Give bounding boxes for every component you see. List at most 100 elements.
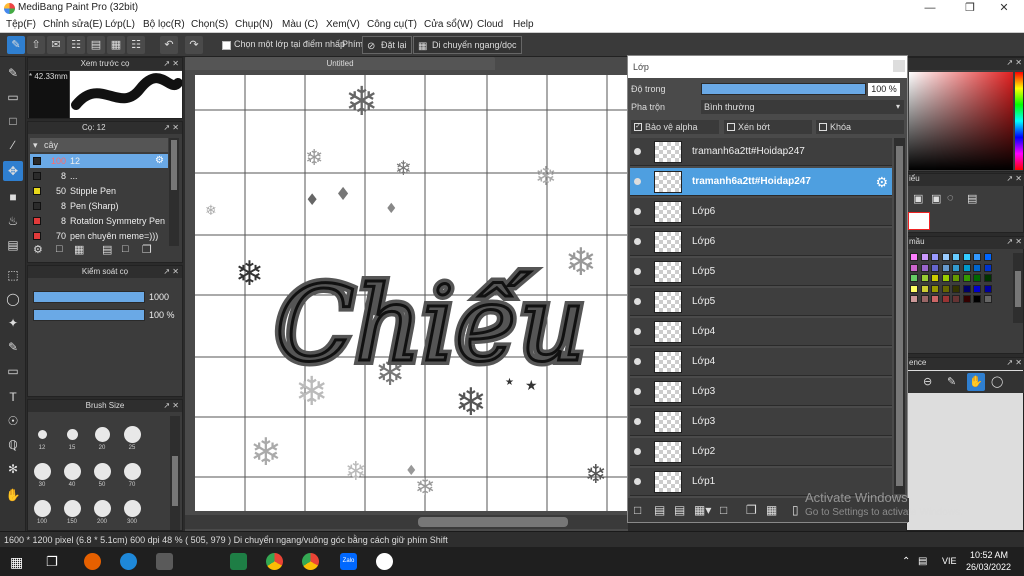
- visibility-icon[interactable]: [634, 148, 641, 155]
- new-halftone-layer-icon[interactable]: ▤: [654, 503, 665, 517]
- visibility-icon[interactable]: [634, 448, 641, 455]
- visibility-icon[interactable]: [634, 268, 641, 275]
- panel-controls-icon[interactable]: ↗ ✕: [163, 266, 179, 278]
- layer-scroll-thumb[interactable]: [896, 146, 903, 486]
- menu-window[interactable]: Cửa sổ(W): [424, 19, 473, 30]
- layer-scrollbar[interactable]: [894, 138, 905, 494]
- palette-swatch[interactable]: [941, 263, 950, 272]
- palette-swatch[interactable]: [931, 253, 939, 261]
- palette-swatch[interactable]: [920, 274, 929, 282]
- palette-swatch[interactable]: [962, 284, 971, 293]
- visibility-icon[interactable]: [634, 178, 641, 185]
- palette-swatch[interactable]: [952, 253, 960, 261]
- chrome-icon-2[interactable]: [302, 553, 319, 570]
- menu-snap[interactable]: Chụp(N): [235, 19, 273, 30]
- layer-opacity-value[interactable]: 100 %: [868, 83, 900, 96]
- text-tool-icon[interactable]: T: [3, 387, 23, 407]
- zoom-fit-icon[interactable]: ▣: [913, 192, 923, 205]
- layer-row[interactable]: Lớp3: [630, 408, 892, 436]
- canvas-hscroll-thumb[interactable]: [418, 517, 568, 527]
- fill-rect-tool-icon[interactable]: ■: [3, 187, 23, 207]
- panel-controls-icon[interactable]: ↗ ✕: [1006, 174, 1022, 183]
- add-layer-menu-icon[interactable]: ▦▾: [694, 503, 711, 517]
- panel-controls-icon[interactable]: ↗ ✕: [163, 58, 179, 70]
- new-8bit-layer-icon[interactable]: ▤: [674, 503, 685, 517]
- palette-swatch[interactable]: [920, 253, 929, 261]
- folder-icon[interactable]: □: [720, 503, 727, 517]
- palette-swatch[interactable]: [983, 253, 992, 261]
- visibility-icon[interactable]: [634, 298, 641, 305]
- delete-layer-icon[interactable]: ▯: [792, 503, 799, 517]
- menu-help[interactable]: Help: [513, 19, 534, 30]
- brush-size-dot[interactable]: [63, 499, 81, 517]
- rotate-icon[interactable]: ◌: [947, 192, 954, 204]
- brush-opacity-track[interactable]: [33, 309, 145, 321]
- palette-swatch[interactable]: [931, 263, 939, 272]
- redo-button[interactable]: ↷: [185, 36, 203, 54]
- start-icon[interactable]: ▦: [10, 554, 26, 570]
- clip-checkbox[interactable]: [727, 123, 735, 131]
- palette-scrollbar[interactable]: [1013, 253, 1023, 323]
- palette-swatch[interactable]: [941, 295, 950, 303]
- palette-swatch[interactable]: [920, 263, 929, 272]
- brush-item[interactable]: 8 Pen (Sharp): [30, 199, 168, 213]
- reset-button[interactable]: ⊘ Đặt lại: [362, 36, 412, 54]
- pen-icon[interactable]: ✎: [947, 375, 956, 388]
- brush-settings-icon[interactable]: ⚙: [33, 243, 43, 256]
- layer-row[interactable]: Lớp4: [630, 318, 892, 346]
- palette-swatch[interactable]: [973, 263, 981, 272]
- hand-tool-icon[interactable]: ✋: [3, 485, 23, 505]
- lock-checkbox[interactable]: [819, 123, 827, 131]
- palette-swatch[interactable]: [920, 284, 929, 293]
- brush-list-scroll-thumb[interactable]: [171, 140, 177, 190]
- palette-swatch[interactable]: [941, 274, 950, 282]
- brush-size-dot[interactable]: [123, 499, 141, 517]
- excel-icon[interactable]: [230, 553, 247, 570]
- brush-item[interactable]: 8 Rotation Symmetry Pen: [30, 214, 168, 228]
- line-tool-icon[interactable]: ∕: [3, 135, 23, 155]
- palette-swatch[interactable]: [983, 263, 992, 272]
- add-brush-icon[interactable]: ▦: [74, 243, 84, 256]
- layer-opacity-slider[interactable]: [701, 83, 866, 95]
- palette-swatch[interactable]: [931, 274, 939, 282]
- brush-group-row[interactable]: ▾ cây: [30, 138, 168, 152]
- duplicate-layer-icon[interactable]: ❐: [746, 503, 757, 517]
- brush-size-track[interactable]: [33, 291, 145, 303]
- visibility-icon[interactable]: [634, 388, 641, 395]
- brush-size-dot[interactable]: [94, 426, 110, 442]
- copy-brush-icon[interactable]: ▤: [102, 243, 112, 256]
- grid-icon[interactable]: ☷: [127, 36, 145, 54]
- duplicate-icon[interactable]: ❐: [142, 243, 152, 256]
- palette-swatch[interactable]: [983, 295, 992, 303]
- menu-file[interactable]: Tệp(F): [6, 19, 36, 30]
- move-tool-icon[interactable]: ✥: [3, 161, 23, 181]
- brush-size-dot[interactable]: [33, 462, 51, 480]
- operation-icon[interactable]: ✎: [7, 36, 25, 54]
- palette-swatch[interactable]: [973, 253, 981, 261]
- dot-tool-icon[interactable]: ☉: [3, 411, 23, 431]
- move-hv-button[interactable]: ▦ Di chuyển ngang/dọc: [413, 36, 522, 54]
- palette-swatch[interactable]: [962, 253, 971, 261]
- brush-item[interactable]: 50 Stipple Pen: [30, 184, 168, 198]
- folder-icon[interactable]: □: [122, 243, 129, 255]
- brush-item[interactable]: 8...: [30, 169, 168, 183]
- palette-swatch[interactable]: [973, 284, 981, 293]
- gradient-tool-icon[interactable]: ▤: [3, 235, 23, 255]
- select-eraser-icon[interactable]: ▭: [3, 361, 23, 381]
- layer-settings-gear-icon[interactable]: ⚙: [875, 174, 888, 191]
- menu-color[interactable]: Màu (C): [282, 19, 318, 30]
- zoom-out-icon[interactable]: ⊖: [923, 375, 932, 388]
- network-icon[interactable]: ▤: [918, 556, 927, 567]
- visibility-icon[interactable]: [634, 328, 641, 335]
- magic-wand-icon[interactable]: ✦: [3, 313, 23, 333]
- edge-icon[interactable]: [120, 553, 137, 570]
- brush-size-dot[interactable]: [66, 428, 78, 440]
- palette-swatch[interactable]: [910, 284, 918, 293]
- menu-edit[interactable]: Chỉnh sửa(E): [43, 19, 103, 30]
- protect-alpha-toggle[interactable]: ✓ Bảo vệ alpha: [631, 120, 719, 134]
- visibility-icon[interactable]: [634, 478, 641, 485]
- brush-list-scrollbar[interactable]: [169, 138, 179, 246]
- menu-tools[interactable]: Công cụ(T): [367, 19, 417, 30]
- palette-swatch[interactable]: [931, 295, 939, 303]
- select-layer-checkbox[interactable]: [222, 41, 231, 50]
